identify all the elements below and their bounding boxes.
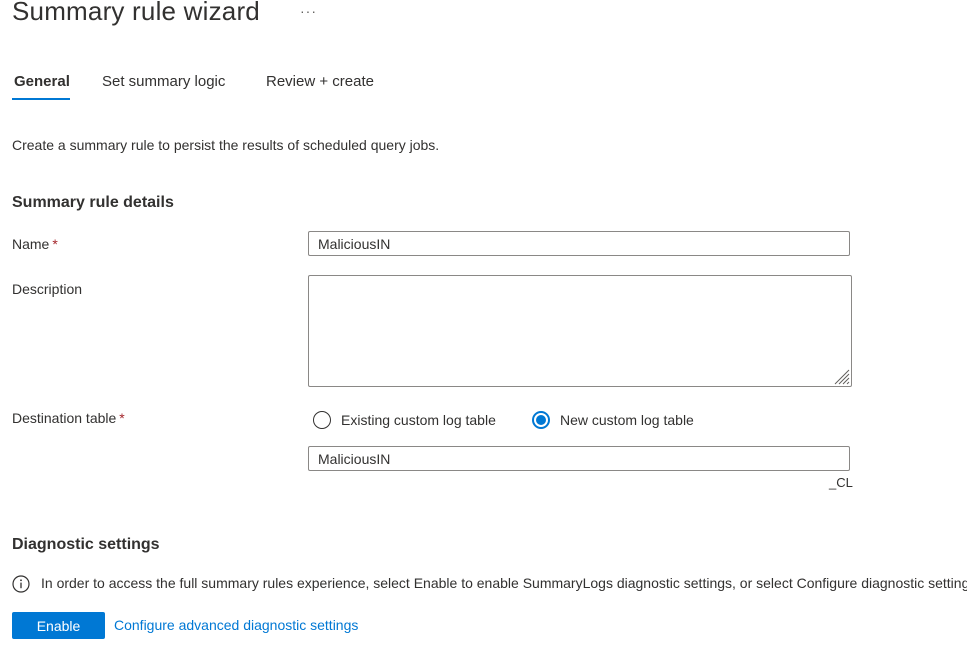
description-textarea[interactable]: [308, 275, 852, 387]
radio-new-label: New custom log table: [560, 412, 694, 428]
required-asterisk: *: [52, 236, 58, 252]
tab-general[interactable]: General: [14, 73, 70, 90]
resize-grip-icon[interactable]: [832, 367, 850, 385]
tab-review-create[interactable]: Review + create: [266, 73, 374, 90]
name-label-text: Name: [12, 236, 50, 252]
radio-new-custom-log-table[interactable]: New custom log table: [532, 408, 694, 432]
radio-button-unchecked[interactable]: [313, 411, 331, 429]
name-input[interactable]: [308, 231, 850, 256]
name-label: Name *: [12, 236, 58, 252]
summary-rule-wizard-page: Summary rule wizard ··· General Set summ…: [0, 0, 967, 653]
enable-button[interactable]: Enable: [12, 612, 105, 639]
intro-text: Create a summary rule to persist the res…: [12, 137, 440, 153]
destination-table-label: Destination table *: [12, 410, 125, 426]
summary-rule-details-heading: Summary rule details: [12, 194, 174, 211]
diagnostic-settings-heading: Diagnostic settings: [12, 536, 160, 553]
diagnostic-info-text: In order to access the full summary rule…: [41, 575, 967, 591]
more-actions-icon[interactable]: ···: [300, 3, 317, 19]
required-asterisk: *: [119, 410, 125, 426]
radio-existing-label: Existing custom log table: [341, 412, 496, 428]
page-title: Summary rule wizard: [12, 0, 260, 26]
table-name-input[interactable]: [308, 446, 850, 471]
description-label: Description: [12, 281, 83, 297]
tab-set-summary-logic[interactable]: Set summary logic: [102, 73, 225, 90]
radio-button-checked[interactable]: [532, 411, 550, 429]
info-icon: [12, 575, 30, 593]
radio-existing-custom-log-table[interactable]: Existing custom log table: [313, 408, 496, 432]
active-tab-indicator: [12, 98, 70, 100]
destination-table-label-text: Destination table: [12, 410, 117, 426]
configure-advanced-diagnostic-settings-link[interactable]: Configure advanced diagnostic settings: [114, 617, 358, 633]
table-suffix: _CL: [829, 475, 853, 490]
